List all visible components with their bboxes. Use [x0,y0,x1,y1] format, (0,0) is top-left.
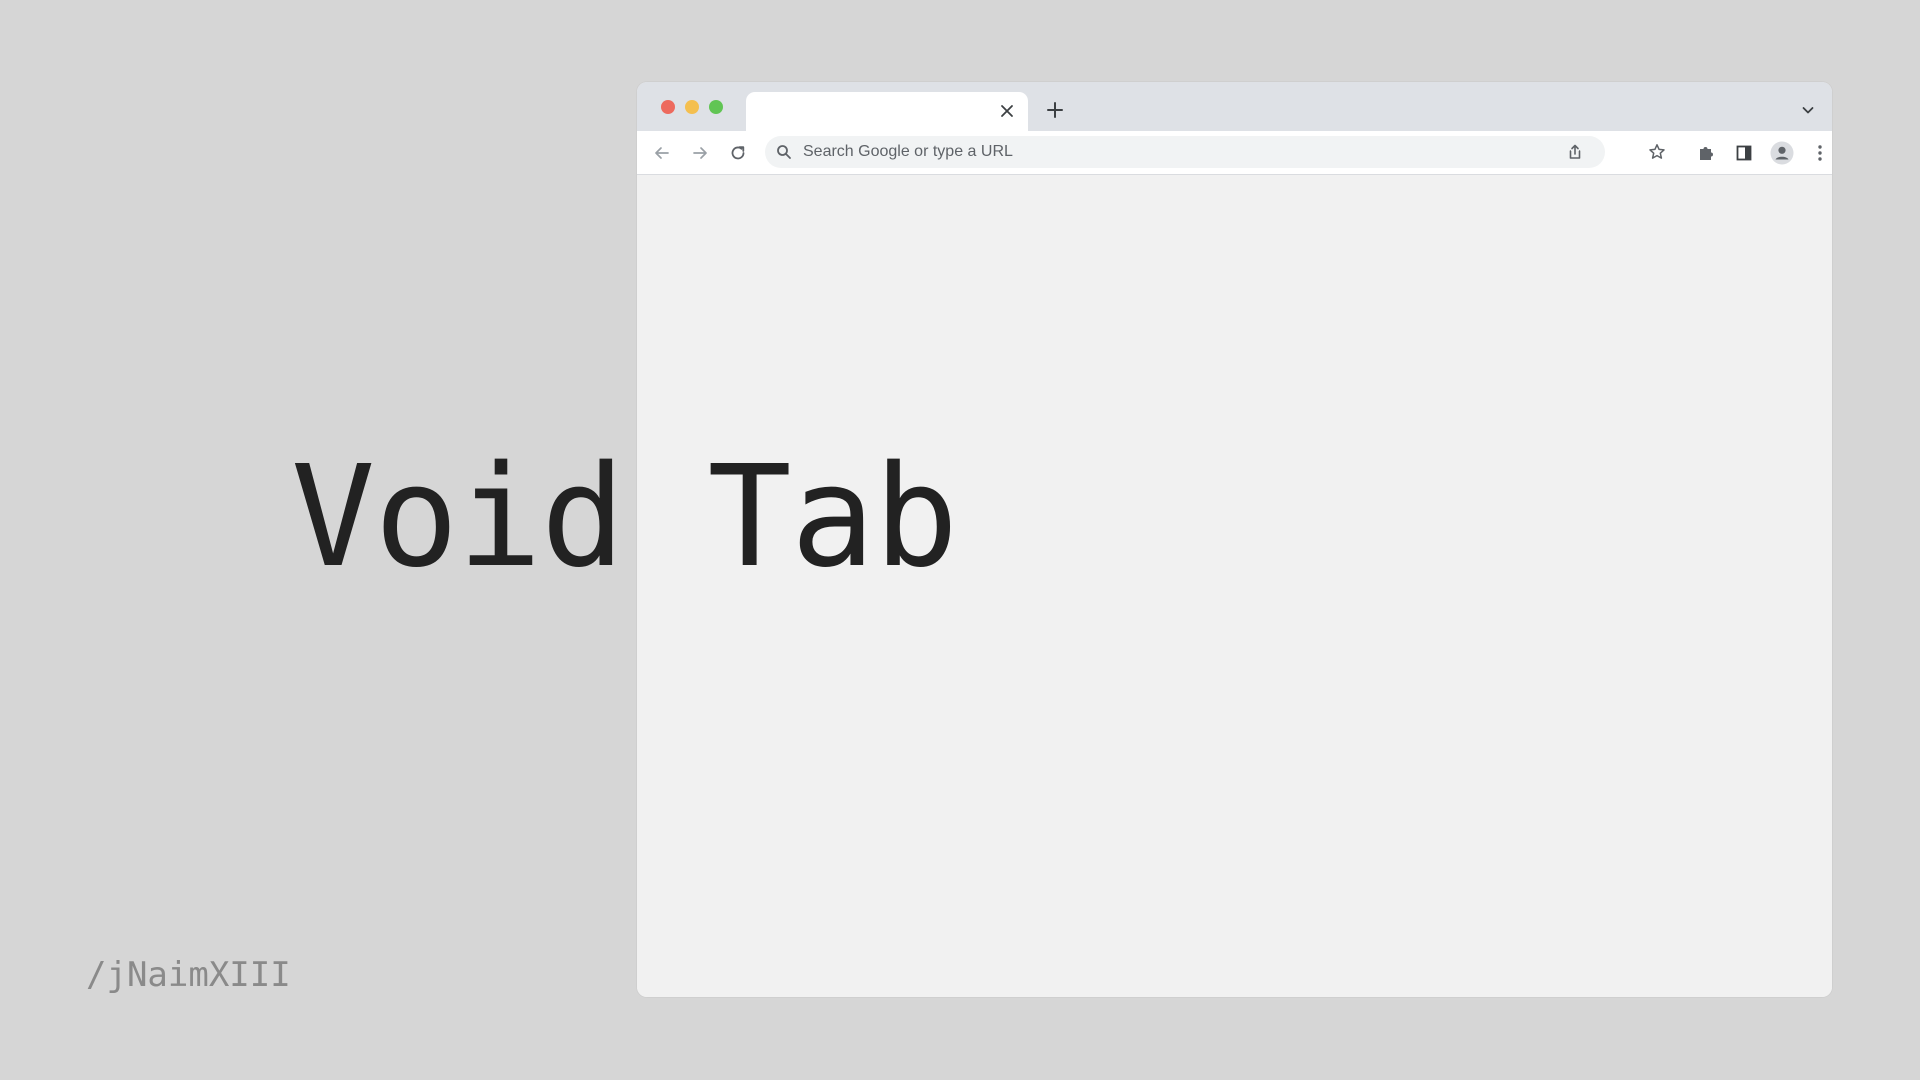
tab-strip [637,82,1832,131]
side-panel-icon [1736,145,1752,161]
share-button[interactable] [1563,140,1587,164]
profile-icon [1770,141,1794,165]
tab-search-button[interactable] [1796,98,1820,122]
reload-button[interactable] [724,139,752,167]
hero-title: Void Tab [291,436,958,599]
extensions-button[interactable] [1692,139,1720,167]
reload-icon [731,146,745,160]
profile-button[interactable] [1768,139,1796,167]
forward-button[interactable] [686,139,714,167]
omnibox-search-icon-wrap [775,143,793,161]
arrow-left-icon [655,147,669,159]
omnibox[interactable] [765,136,1605,168]
chevron-down-icon [1802,107,1814,114]
arrow-right-icon [693,147,707,159]
tab-active[interactable] [746,92,1028,131]
bookmark-button[interactable] [1645,140,1669,164]
close-icon [1001,105,1013,117]
zoom-window-button[interactable] [709,100,723,114]
search-icon [777,145,791,159]
menu-button[interactable] [1806,139,1832,167]
address-input[interactable] [803,136,1503,168]
side-panel-button[interactable] [1730,139,1758,167]
toolbar [637,131,1832,175]
back-button[interactable] [648,139,676,167]
star-icon [1649,144,1665,159]
stage: Void Tab /jNaimXIII [0,0,1920,1080]
kebab-menu-icon [1818,145,1822,161]
share-icon [1569,144,1581,159]
close-window-button[interactable] [661,100,675,114]
plus-icon [1047,102,1063,118]
author-handle: /jNaimXIII [86,955,291,995]
new-tab-button[interactable] [1041,96,1069,124]
minimize-window-button[interactable] [685,100,699,114]
tab-close-button[interactable] [996,100,1018,122]
puzzle-icon [1700,147,1713,160]
